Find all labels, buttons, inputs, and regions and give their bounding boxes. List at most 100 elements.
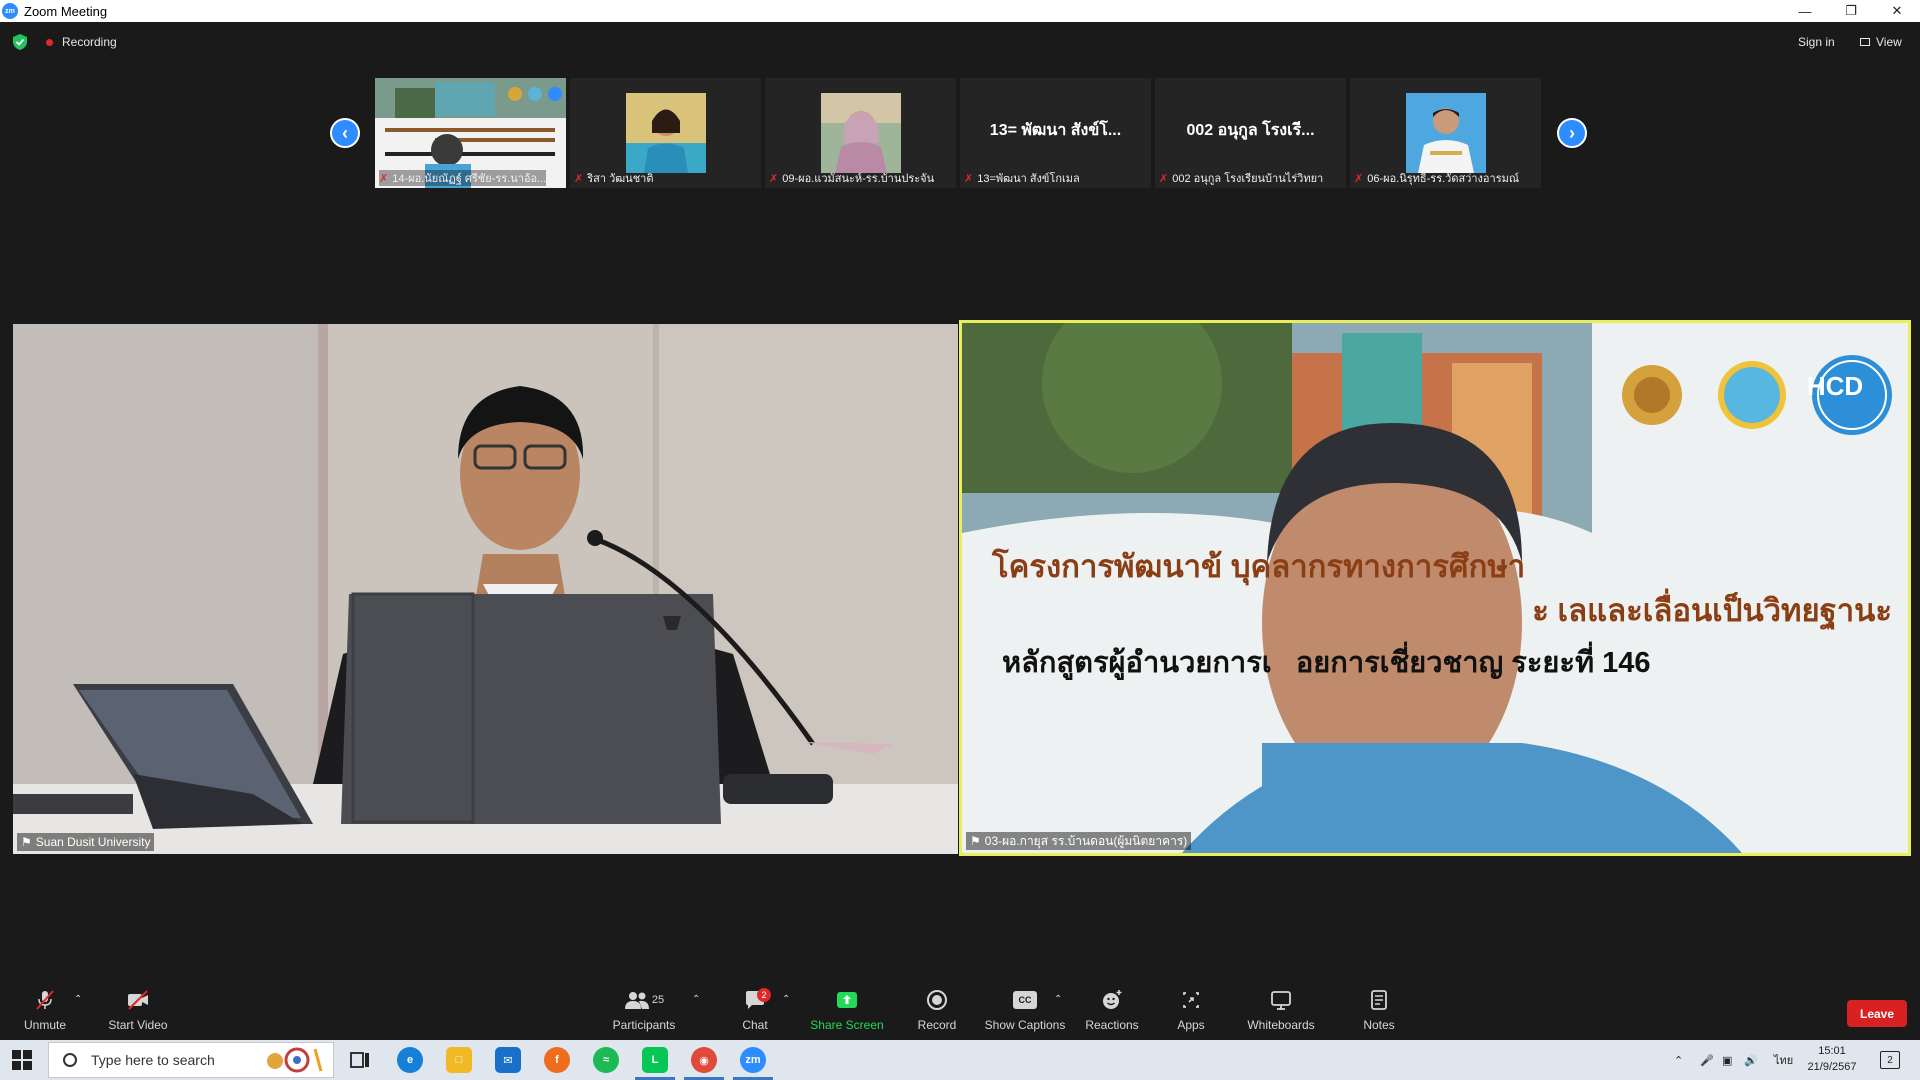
reactions-button[interactable]: Reactions xyxy=(1084,980,1140,1040)
mic-muted-icon: ✗ xyxy=(769,172,779,185)
participant-thumbnail[interactable]: ✗ 14-ผอ.นัยณัฏฐ์ ศรีชัย-รร.นาอ้อ... xyxy=(375,78,566,188)
participants-icon xyxy=(624,992,649,1009)
zoom-logo-icon: zm xyxy=(2,3,18,19)
spotify-icon[interactable]: ≈ xyxy=(593,1047,619,1073)
search-placeholder: Type here to search xyxy=(91,1052,215,1068)
recording-indicator[interactable]: Recording xyxy=(46,35,117,49)
input-language-indicator[interactable]: ไทย xyxy=(1774,1040,1793,1080)
hcd-logo-text: HCD xyxy=(1806,371,1864,401)
view-label: View xyxy=(1876,35,1902,49)
clock-time: 15:01 xyxy=(1818,1045,1846,1057)
mic-muted-icon: ✗ xyxy=(379,172,389,185)
security-shield-icon[interactable] xyxy=(13,34,27,50)
sign-in-button[interactable]: Sign in xyxy=(1798,35,1835,49)
main-video-tile-left[interactable]: ⚑ Suan Dusit University xyxy=(13,324,958,854)
chat-button[interactable]: Chat xyxy=(735,980,775,1040)
pin-icon: ⚑ xyxy=(970,834,981,848)
chat-unread-badge: 2 xyxy=(757,988,771,1002)
thumbnail-name-label: ✗ 002 อนุกูล โรงเรียนบ้านไร่วิทยา xyxy=(1159,172,1324,186)
thumbnail-name-label: ✗ ริสา วัฒนชาติ xyxy=(574,172,654,186)
window-title: Zoom Meeting xyxy=(24,3,108,19)
close-button[interactable]: ✕ xyxy=(1874,0,1920,22)
share-screen-icon xyxy=(837,992,857,1008)
windows-start-icon[interactable] xyxy=(12,1050,32,1070)
thumbnail-name-label: ✗ 14-ผอ.นัยณัฏฐ์ ศรีชัย-รร.นาอ้อ... xyxy=(379,170,547,186)
slide-text-line-3: หลักสูตรผู้อำนวยการเ อยการเชี่ยวชาญ ระยะ… xyxy=(1002,647,1651,679)
mic-muted-icon: ✗ xyxy=(1159,172,1169,185)
show-hidden-icons-chevron-icon[interactable]: ⌃ xyxy=(1674,1040,1683,1080)
taskbar-clock[interactable]: 15:01 21/9/2567 xyxy=(1806,1043,1858,1075)
chat-options-chevron-icon[interactable]: ⌃ xyxy=(782,994,790,1005)
share-screen-button[interactable]: Share Screen xyxy=(810,980,884,1040)
view-grid-icon xyxy=(1860,38,1870,46)
apps-button[interactable]: Apps xyxy=(1175,980,1207,1040)
thumbnail-name-label: ✗ 06-ผอ.นิรุทธิ์-รร.วัดสว่างอารมณ์ xyxy=(1354,172,1520,186)
recording-dot-icon xyxy=(46,38,53,46)
participant-thumbnail[interactable]: 13= พัฒนา สังข์โ... ✗ 13=พัฒนา สังข์โกเม… xyxy=(960,78,1151,188)
notes-button[interactable]: Notes xyxy=(1360,980,1398,1040)
line-app-icon[interactable]: L xyxy=(642,1047,668,1073)
search-highlight-illustration-icon xyxy=(267,1047,323,1073)
chrome-icon[interactable]: ◉ xyxy=(691,1047,717,1073)
video-off-icon xyxy=(128,990,148,1010)
start-video-button[interactable]: Start Video xyxy=(106,980,170,1040)
participant-thumbnail-strip: ✗ 14-ผอ.นัยณัฏฐ์ ศรีชัย-รร.นาอ้อ... ✗ ริ… xyxy=(375,78,1545,188)
pin-icon: ⚑ xyxy=(21,835,32,849)
participant-thumbnail[interactable]: ✗ 06-ผอ.นิรุทธิ์-รร.วัดสว่างอารมณ์ xyxy=(1350,78,1541,188)
thumbnail-name-label: ✗ 13=พัฒนา สังข์โกเมล xyxy=(964,172,1080,186)
task-view-icon[interactable] xyxy=(347,1047,373,1073)
edge-browser-icon[interactable]: e xyxy=(397,1047,423,1073)
apps-icon xyxy=(1183,992,1199,1008)
participant-photo xyxy=(1405,93,1486,173)
mic-muted-icon: ✗ xyxy=(964,172,974,185)
speaker-video-frame xyxy=(13,324,958,854)
microphone-tray-icon[interactable]: 🎤 xyxy=(1700,1040,1714,1080)
notes-icon xyxy=(1371,990,1387,1010)
notification-center-icon[interactable]: 2 xyxy=(1880,1040,1900,1080)
record-icon xyxy=(927,990,947,1010)
captions-cc-icon: CC xyxy=(1013,991,1037,1009)
meeting-controls-toolbar: Unmute ⌃ Start Video 25 Participants ⌃ C… xyxy=(0,980,1920,1040)
whiteboards-button[interactable]: Whiteboards xyxy=(1245,980,1317,1040)
slide-text-line-2: ะ เลและเลื่อนเป็นวิทยฐานะ xyxy=(1532,593,1892,628)
network-tray-icon[interactable]: ▣ xyxy=(1722,1040,1732,1080)
participant-thumbnail[interactable]: ✗ ริสา วัฒนชาติ xyxy=(570,78,761,188)
participant-thumbnail[interactable]: ✗ 09-ผอ.แวมัสนะห์-รร.บ้านประจัน xyxy=(765,78,956,188)
video-tile-name-label: ⚑ Suan Dusit University xyxy=(17,833,155,851)
captions-options-chevron-icon[interactable]: ⌃ xyxy=(1054,994,1062,1005)
file-explorer-icon[interactable]: □ xyxy=(446,1047,472,1073)
mail-icon[interactable]: ✉ xyxy=(495,1047,521,1073)
thumbnail-name-label: ✗ 09-ผอ.แวมัสนะห์-รร.บ้านประจัน xyxy=(769,172,935,186)
recording-label: Recording xyxy=(62,35,117,49)
search-icon xyxy=(63,1053,77,1067)
main-video-tile-right-active-speaker[interactable]: HCD โครงการพัฒนาข้ บุคลากรทางการศึกษา ะ … xyxy=(959,320,1911,856)
unmute-button[interactable]: Unmute xyxy=(20,980,70,1040)
zoom-taskbar-icon[interactable]: zm xyxy=(740,1047,766,1073)
participant-display-name: 002 อนุกูล โรงเรี... xyxy=(1186,122,1315,139)
leave-meeting-button[interactable]: Leave xyxy=(1847,1000,1907,1027)
windows-taskbar: Type here to search e □ ✉ f ≈ L ◉ zm ⌃ 🎤… xyxy=(0,1040,1920,1080)
slide-text-line-1: โครงการพัฒนาข้ บุคลากรทางการศึกษา xyxy=(992,549,1526,584)
firefox-icon[interactable]: f xyxy=(544,1047,570,1073)
volume-tray-icon[interactable]: 🔊 xyxy=(1744,1040,1758,1080)
participants-count: 25 xyxy=(651,994,665,1006)
meeting-top-bar: Recording Sign in View xyxy=(0,22,1920,64)
participant-thumbnail[interactable]: 002 อนุกูล โรงเรี... ✗ 002 อนุกูล โรงเรี… xyxy=(1155,78,1346,188)
clock-date: 21/9/2567 xyxy=(1807,1061,1857,1073)
previous-page-button[interactable]: ‹ xyxy=(330,118,360,148)
record-button[interactable]: Record xyxy=(915,980,959,1040)
audio-options-chevron-icon[interactable]: ⌃ xyxy=(74,994,82,1005)
notification-count: 2 xyxy=(1880,1051,1900,1069)
reactions-smiley-icon xyxy=(1103,990,1122,1009)
participant-display-name: 13= พัฒนา สังข์โ... xyxy=(989,122,1122,139)
restore-button[interactable]: ❐ xyxy=(1828,0,1874,22)
participants-button[interactable]: 25 Participants xyxy=(609,980,679,1040)
mic-muted-icon: ✗ xyxy=(574,172,584,185)
minimize-button[interactable]: — xyxy=(1782,0,1828,22)
next-page-button[interactable]: › xyxy=(1557,118,1587,148)
view-button[interactable]: View xyxy=(1860,35,1902,49)
taskbar-search-input[interactable]: Type here to search xyxy=(48,1042,334,1078)
window-title-bar: zm Zoom Meeting — ❐ ✕ xyxy=(0,0,1920,22)
participants-options-chevron-icon[interactable]: ⌃ xyxy=(692,994,700,1005)
show-captions-button[interactable]: CC Show Captions xyxy=(984,980,1066,1040)
